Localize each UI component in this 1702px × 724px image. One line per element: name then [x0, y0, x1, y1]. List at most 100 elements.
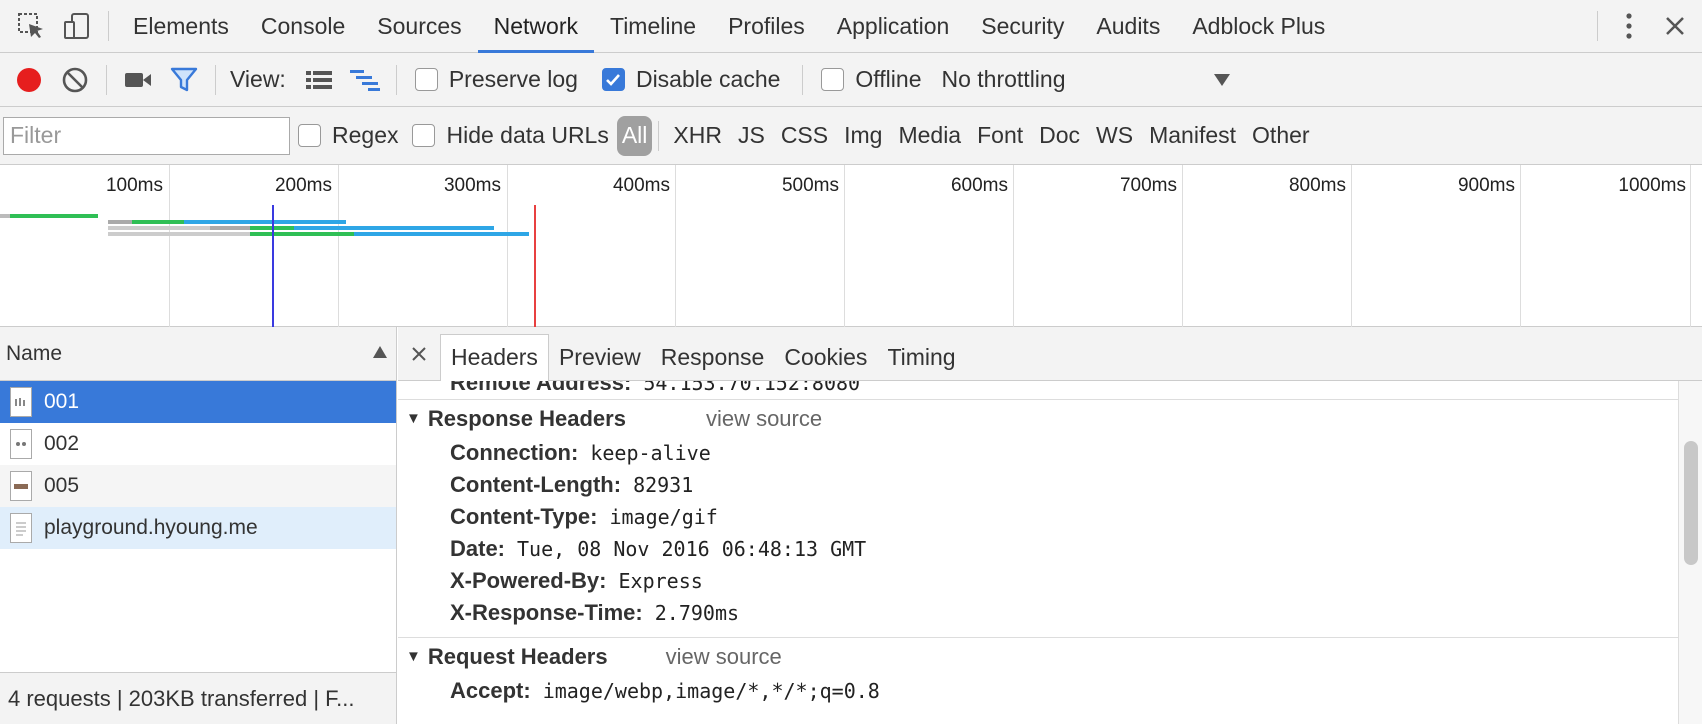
request-headers-section[interactable]: ▼ Request Headers view source [398, 637, 1678, 675]
filter-type-media[interactable]: Media [890, 116, 969, 156]
remote-address-row-clipped: Remote Address: 54.153.70.152:8080 [398, 381, 1678, 399]
request-name: 002 [44, 432, 80, 455]
request-bar [354, 232, 529, 236]
disable-cache-checkbox[interactable] [601, 68, 625, 91]
tick-label: 900ms [1457, 175, 1515, 196]
throttling-value: No throttling [941, 66, 1066, 92]
tab-sources[interactable]: Sources [361, 0, 477, 53]
network-toolbar: View: Preserve log Disable cache Offline… [0, 53, 1702, 107]
request-detail-pane: Headers Preview Response Cookies Timing … [398, 327, 1702, 724]
header-key: X-Powered-By: [450, 568, 607, 593]
filter-type-img[interactable]: Img [836, 116, 890, 156]
throttling-select[interactable]: No throttling [941, 66, 1231, 93]
response-view-source-link[interactable]: view source [706, 406, 822, 432]
device-mode-icon [64, 13, 89, 39]
filter-type-xhr[interactable]: XHR [665, 116, 730, 156]
tab-application[interactable]: Application [821, 0, 966, 53]
filter-type-other[interactable]: Other [1244, 116, 1318, 156]
detail-tab-timing[interactable]: Timing [877, 334, 965, 381]
filter-type-css[interactable]: CSS [773, 116, 836, 156]
device-toolbar-button[interactable] [54, 6, 100, 46]
filter-input[interactable] [3, 116, 290, 155]
tab-timeline[interactable]: Timeline [594, 0, 712, 53]
detail-tab-headers[interactable]: Headers [440, 333, 549, 381]
close-icon [1666, 17, 1684, 35]
large-rows-view-button[interactable] [296, 60, 342, 100]
close-detail-button[interactable] [398, 346, 440, 362]
request-bar [10, 214, 98, 218]
filter-type-manifest[interactable]: Manifest [1141, 116, 1244, 156]
request-view-source-link[interactable]: view source [666, 644, 782, 670]
name-column-label: Name [6, 341, 63, 365]
header-value: image/gif [609, 505, 718, 529]
detail-tab-cookies[interactable]: Cookies [774, 334, 877, 381]
disable-cache-option[interactable]: Disable cache [601, 66, 780, 93]
toolbar-separator [215, 64, 216, 95]
tab-adblock-plus[interactable]: Adblock Plus [1176, 0, 1341, 53]
capture-screenshots-button[interactable] [115, 60, 161, 100]
tick-label: 600ms [950, 175, 1008, 196]
filter-type-ws[interactable]: WS [1088, 116, 1141, 156]
filter-bar: Regex Hide data URLs All XHR JS CSS Img … [0, 107, 1702, 165]
header-value: 54.153.70.152:8080 [643, 381, 861, 395]
overview-view-button[interactable] [342, 60, 388, 100]
inspect-element-button[interactable] [8, 6, 54, 46]
tab-profiles[interactable]: Profiles [712, 0, 821, 53]
header-value: keep-alive [590, 441, 711, 465]
header-value: Express [618, 569, 703, 593]
preserve-log-label: Preserve log [448, 66, 578, 92]
regex-checkbox[interactable] [298, 124, 321, 147]
hide-data-urls-option[interactable]: Hide data URLs [412, 122, 609, 149]
scrollbar-thumb[interactable] [1684, 441, 1698, 565]
tab-network[interactable]: Network [477, 0, 594, 53]
image-file-icon [10, 387, 32, 417]
load-event-line [534, 205, 536, 327]
document-file-icon [10, 513, 32, 543]
header-row: Content-Length: 82931 [398, 469, 1678, 501]
regex-option[interactable]: Regex [298, 122, 398, 149]
tick-label: 800ms [1288, 175, 1346, 196]
preserve-log-checkbox[interactable] [414, 68, 438, 91]
header-value: Tue, 08 Nov 2016 06:48:13 GMT [517, 537, 867, 561]
offline-checkbox[interactable] [821, 68, 845, 91]
hide-data-urls-checkbox[interactable] [412, 124, 436, 147]
clear-button[interactable] [52, 60, 98, 100]
tab-elements[interactable]: Elements [117, 0, 245, 53]
tick-label: 700ms [1119, 175, 1177, 196]
response-headers-section[interactable]: ▼ Response Headers view source [398, 399, 1678, 437]
request-row-005[interactable]: 005 [0, 465, 396, 507]
detail-tab-preview[interactable]: Preview [549, 334, 651, 381]
filter-toggle-button[interactable] [161, 60, 207, 100]
tab-console[interactable]: Console [245, 0, 361, 53]
filter-type-doc[interactable]: Doc [1031, 116, 1088, 156]
toolbar-separator [106, 64, 107, 95]
request-row-001[interactable]: 001 [0, 381, 396, 423]
kebab-menu-icon [1626, 13, 1632, 39]
tick-label: 300ms [443, 175, 501, 196]
record-button[interactable] [6, 60, 52, 100]
header-value: image/webp,image/*,*/*;q=0.8 [542, 679, 880, 703]
request-bar [108, 232, 250, 236]
preserve-log-option[interactable]: Preserve log [414, 66, 578, 93]
tab-security[interactable]: Security [965, 0, 1080, 53]
header-key: Remote Address: [450, 381, 632, 395]
request-row-002[interactable]: 002 [0, 423, 396, 465]
close-devtools-button[interactable] [1652, 6, 1698, 46]
network-overview-timeline[interactable]: 100ms 200ms 300ms 400ms 500ms 600ms 700m… [0, 165, 1702, 327]
view-label: View: [230, 66, 286, 92]
filter-type-all[interactable]: All [616, 115, 653, 156]
filter-type-font[interactable]: Font [969, 116, 1031, 156]
detail-tab-response[interactable]: Response [651, 334, 775, 381]
more-menu-button[interactable] [1606, 6, 1652, 46]
request-row-document[interactable]: playground.hyoung.me [0, 507, 396, 549]
headers-content[interactable]: Remote Address: 54.153.70.152:8080 ▼ Res… [398, 381, 1678, 724]
header-row: Date: Tue, 08 Nov 2016 06:48:13 GMT [398, 533, 1678, 565]
grid-line [1520, 165, 1521, 327]
filter-type-js[interactable]: JS [730, 116, 773, 156]
tabbar-separator [1597, 11, 1598, 41]
request-bar [108, 226, 210, 230]
name-column-header[interactable]: Name [0, 327, 396, 381]
offline-option[interactable]: Offline [821, 66, 921, 93]
headers-scrollbar[interactable] [1678, 381, 1702, 724]
tab-audits[interactable]: Audits [1080, 0, 1176, 53]
